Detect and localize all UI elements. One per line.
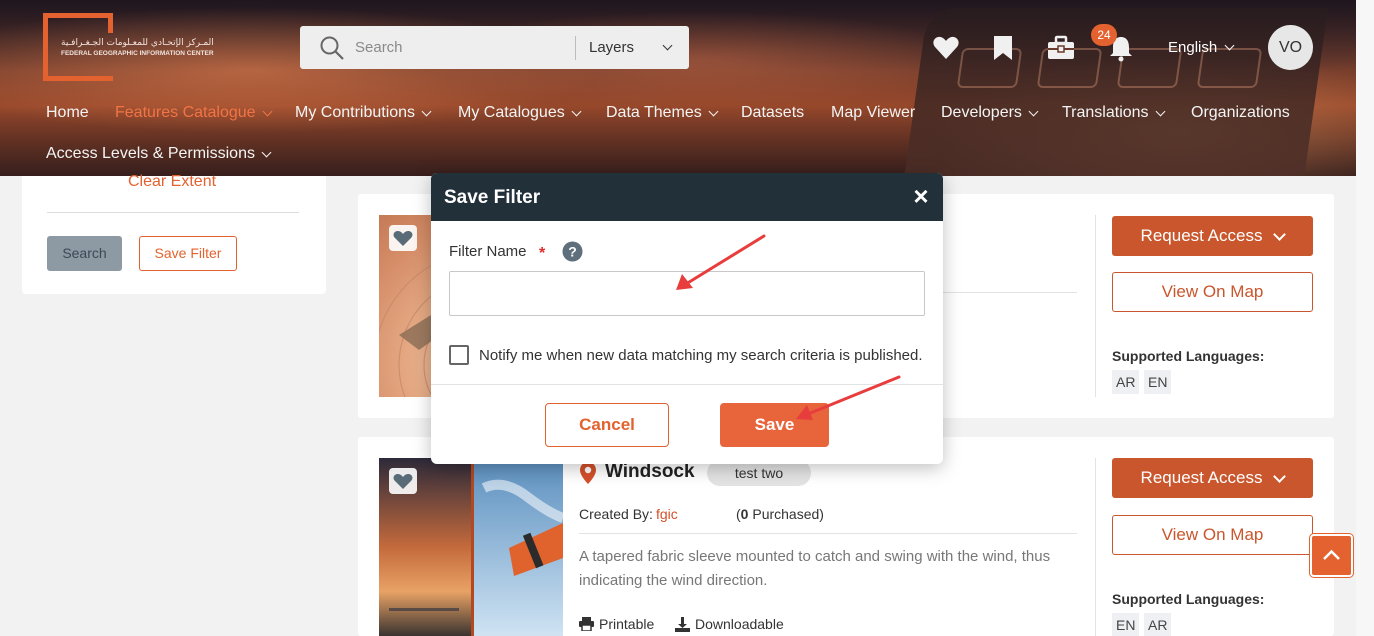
chevron-down-icon	[421, 106, 432, 116]
site-header: المـركز الإتحـادي للمعـلومات الجـغـرافـي…	[0, 0, 1356, 176]
language-selector[interactable]: English	[1168, 39, 1235, 56]
favorite-heart-icon[interactable]	[389, 468, 417, 494]
chevron-down-icon	[1273, 227, 1287, 241]
close-icon[interactable]: ×	[911, 183, 931, 209]
notify-checkbox[interactable]	[449, 345, 469, 365]
clear-extent-link[interactable]: Clear Extent	[128, 173, 216, 191]
nav-item-home[interactable]: Home	[46, 104, 89, 122]
chevron-up-icon	[1323, 549, 1340, 560]
scroll-to-top-button[interactable]	[1310, 534, 1353, 577]
modal-header: Save Filter ×	[431, 173, 943, 221]
nav-item-map-viewer[interactable]: Map Viewer	[831, 104, 915, 122]
view-on-map-button[interactable]: View On Map	[1112, 515, 1313, 555]
toolbox-icon[interactable]	[1046, 34, 1074, 62]
layers-dropdown[interactable]: Layers	[576, 39, 689, 56]
heart-icon[interactable]	[932, 34, 960, 62]
save-filter-modal: Save Filter × Filter Name * ? Notify me …	[431, 173, 943, 464]
notification-badge: 24	[1091, 24, 1117, 46]
feature-downloadable: Downloadable	[675, 616, 784, 632]
nav-item-my-catalogues[interactable]: My Catalogues	[458, 104, 582, 122]
language-label: English	[1168, 39, 1218, 56]
supported-languages-label: Supported Languages:	[1112, 348, 1265, 364]
logo-arabic-text: المـركز الإتحـادي للمعـلومات الجـغـرافـي…	[61, 38, 214, 48]
purchased-count: (0 Purchased)	[736, 506, 824, 522]
chevron-down-icon	[1028, 106, 1039, 116]
help-icon[interactable]: ?	[562, 241, 583, 262]
filter-name-label: Filter Name	[449, 243, 527, 260]
item-description: A tapered fabric sleeve mounted to catch…	[579, 548, 1051, 589]
chevron-down-icon	[1273, 469, 1287, 483]
required-indicator: *	[539, 245, 546, 262]
user-avatar[interactable]: VO	[1268, 25, 1313, 70]
chevron-down-icon	[1224, 40, 1235, 51]
chevron-down-icon	[571, 106, 582, 116]
chevron-down-icon	[1155, 106, 1166, 116]
sidebar-divider	[47, 212, 299, 213]
search-bar: Layers	[300, 26, 689, 69]
save-button[interactable]: Save	[720, 403, 829, 447]
search-icon[interactable]	[319, 35, 345, 61]
logo-english-text: FEDERAL GEOGRAPHIC INFORMATION CENTER	[61, 50, 214, 57]
chevron-down-icon	[708, 106, 719, 116]
notify-checkbox-label[interactable]: Notify me when new data matching my sear…	[479, 347, 923, 364]
search-input[interactable]	[355, 39, 575, 56]
search-button[interactable]: Search	[47, 236, 122, 271]
supported-languages-label: Supported Languages:	[1112, 591, 1265, 607]
cancel-button[interactable]: Cancel	[545, 403, 669, 447]
view-on-map-button[interactable]: View On Map	[1112, 272, 1313, 312]
nav-item-features-catalogue[interactable]: Features Catalogue	[115, 104, 272, 122]
chevron-down-icon	[261, 147, 272, 157]
nav-item-datasets[interactable]: Datasets	[741, 104, 804, 122]
page-scrollbar[interactable]	[1356, 0, 1374, 636]
favorite-heart-icon[interactable]	[389, 225, 417, 251]
chevron-down-icon	[262, 106, 272, 116]
request-access-button[interactable]: Request Access	[1112, 216, 1313, 256]
creator-link[interactable]: fgic	[656, 506, 678, 522]
fgic-logo[interactable]: المـركز الإتحـادي للمعـلومات الجـغـرافـي…	[43, 13, 218, 81]
svg-text:?: ?	[568, 244, 577, 260]
language-tag: AR	[1144, 613, 1172, 636]
chevron-down-icon	[662, 40, 673, 51]
layers-label: Layers	[589, 39, 635, 56]
created-by: Created By: fgic	[579, 506, 678, 522]
filter-sidebar	[22, 176, 326, 294]
result-card: Request Access View On Map Supported Lan…	[358, 437, 1334, 636]
nav-item-access-levels[interactable]: Access Levels & Permissions	[46, 145, 272, 163]
nav-item-my-contributions[interactable]: My Contributions	[295, 104, 432, 122]
nav-item-developers[interactable]: Developers	[941, 104, 1039, 122]
nav-item-data-themes[interactable]: Data Themes	[606, 104, 719, 122]
nav-item-translations[interactable]: Translations	[1062, 104, 1166, 122]
language-tag: AR	[1112, 370, 1140, 394]
location-pin-icon	[579, 461, 597, 490]
filter-name-input[interactable]	[449, 271, 925, 316]
bookmark-icon[interactable]	[990, 34, 1018, 62]
printer-icon	[579, 617, 594, 631]
item-title[interactable]: Windsock	[605, 461, 695, 483]
language-tag: EN	[1144, 370, 1172, 394]
modal-title: Save Filter	[444, 187, 541, 208]
request-access-button[interactable]: Request Access	[1112, 458, 1313, 498]
save-filter-button[interactable]: Save Filter	[139, 236, 237, 271]
nav-item-organizations[interactable]: Organizations	[1191, 104, 1290, 122]
download-icon	[675, 616, 690, 632]
language-tag: EN	[1112, 613, 1140, 636]
feature-printable: Printable	[579, 616, 654, 632]
